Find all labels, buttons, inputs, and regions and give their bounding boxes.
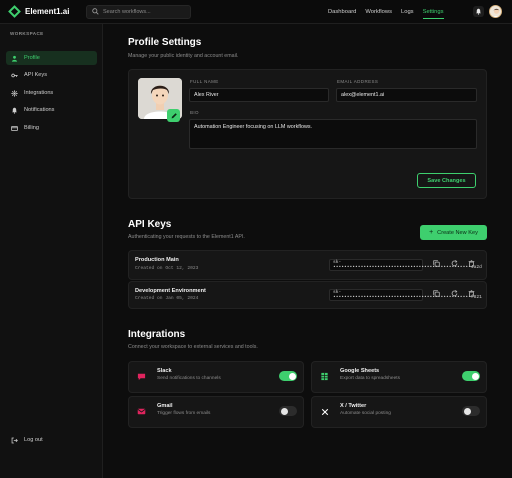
trash-icon — [468, 290, 475, 297]
rotate-key-button[interactable] — [450, 289, 459, 298]
x-toggle[interactable] — [462, 406, 480, 416]
integration-name: Google Sheets — [340, 368, 380, 374]
pencil-icon — [171, 112, 177, 118]
full-name-label: FULL NAME — [190, 79, 219, 84]
sidebar-section-label: WORKSPACE — [10, 31, 44, 36]
search-input[interactable] — [103, 8, 188, 15]
api-keys-title: API Keys — [128, 219, 172, 230]
email-label: EMAIL ADDRESS — [337, 79, 379, 84]
refresh-icon — [451, 260, 458, 267]
bio-textarea[interactable]: Automation Engineer focusing on LLM work… — [189, 119, 477, 149]
integration-desc: Export data to spreadsheets — [340, 376, 400, 381]
integration-desc: Trigger flows from emails — [157, 411, 211, 416]
key-icon — [11, 73, 18, 77]
slack-toggle[interactable] — [279, 371, 297, 381]
search-box[interactable] — [86, 4, 191, 19]
top-nav: Dashboard Workflows Logs Settings — [328, 0, 453, 24]
save-changes-button[interactable]: Save Changes — [417, 173, 476, 188]
create-key-label: Create New Key — [437, 229, 478, 236]
integrations-subtitle: Connect your workspace to external servi… — [128, 344, 258, 350]
integration-desc: Automate social posting — [340, 411, 391, 416]
integration-name: Gmail — [157, 403, 173, 409]
user-avatar[interactable] — [489, 5, 502, 18]
brand[interactable]: Element1.ai — [8, 5, 74, 18]
notifications-button[interactable] — [473, 6, 484, 17]
logout-label: Log out — [24, 437, 43, 443]
copy-key-button[interactable] — [432, 289, 441, 298]
sidebar-item-label: Integrations — [24, 90, 54, 96]
sidebar-item-label: Profile — [24, 55, 40, 61]
logout-button[interactable]: Log out — [6, 433, 97, 447]
copy-key-button[interactable] — [432, 259, 441, 268]
key-created-date: Created on Jan 05, 2024 — [135, 296, 199, 301]
integration-name: Slack — [157, 368, 172, 374]
brand-logo-icon — [8, 5, 21, 18]
copy-icon — [433, 260, 440, 267]
gmail-toggle[interactable] — [279, 406, 297, 416]
gmail-icon — [135, 405, 148, 418]
slack-icon — [135, 370, 148, 383]
sidebar-item-api-keys[interactable]: API Keys — [6, 68, 97, 82]
top-bar: Element1.ai Dashboard Workflows Logs Set… — [0, 0, 512, 24]
bell-icon — [476, 8, 481, 15]
refresh-icon — [451, 290, 458, 297]
user-icon — [11, 55, 18, 62]
search-icon — [92, 8, 99, 15]
nav-logs[interactable]: Logs — [401, 6, 414, 18]
profile-subtitle: Manage your public identity and account … — [128, 53, 239, 59]
key-value: sk-•••••••••••••••••••••••••••••••••••••… — [329, 259, 482, 271]
nav-workflows[interactable]: Workflows — [365, 6, 392, 18]
avatar-portrait-icon — [490, 6, 501, 17]
api-keys-subtitle: Authenticating your requests to the Elem… — [128, 234, 245, 240]
card-icon — [11, 125, 18, 131]
sidebar-item-billing[interactable]: Billing — [6, 121, 97, 135]
sidebar-item-label: Notifications — [24, 107, 55, 113]
sidebar-item-integrations[interactable]: Integrations — [6, 86, 97, 100]
nav-dashboard[interactable]: Dashboard — [328, 6, 356, 18]
full-name-input[interactable] — [189, 88, 329, 102]
bell-icon — [12, 107, 17, 114]
brand-name: Element1.ai — [25, 7, 70, 16]
delete-key-button[interactable] — [467, 259, 476, 268]
integration-desc: Send notifications to channels — [157, 376, 221, 381]
sidebar-item-label: Billing — [24, 125, 39, 131]
sheets-icon — [318, 370, 331, 383]
x-icon — [318, 405, 331, 418]
puzzle-icon — [11, 89, 18, 97]
trash-icon — [468, 260, 475, 267]
sheets-toggle[interactable] — [462, 371, 480, 381]
sidebar: WORKSPACE Profile API Keys Integrations … — [0, 24, 103, 478]
key-created-date: Created on Oct 12, 2023 — [135, 266, 199, 271]
sidebar-item-profile[interactable]: Profile — [6, 51, 97, 65]
create-key-button[interactable]: + Create New Key — [420, 225, 487, 240]
rotate-key-button[interactable] — [450, 259, 459, 268]
plus-icon: + — [429, 229, 434, 236]
edit-photo-button[interactable] — [167, 109, 180, 122]
integrations-title: Integrations — [128, 329, 186, 340]
copy-icon — [433, 290, 440, 297]
key-name: Development Environment — [135, 288, 206, 294]
sidebar-item-label: API Keys — [24, 72, 48, 78]
delete-key-button[interactable] — [467, 289, 476, 298]
key-name: Production Main — [135, 257, 179, 263]
integration-name: X / Twitter — [340, 403, 367, 409]
bio-label: BIO — [190, 110, 199, 115]
nav-settings[interactable]: Settings — [422, 6, 444, 19]
key-value: sk-•••••••••••••••••••••••••••••••••••••… — [329, 289, 482, 301]
email-input[interactable] — [336, 88, 477, 102]
logout-icon — [11, 437, 18, 443]
integration-card-gmail — [128, 396, 304, 428]
integration-card-x — [311, 396, 487, 428]
profile-title: Profile Settings — [128, 37, 202, 48]
sidebar-item-notifications[interactable]: Notifications — [6, 103, 97, 117]
